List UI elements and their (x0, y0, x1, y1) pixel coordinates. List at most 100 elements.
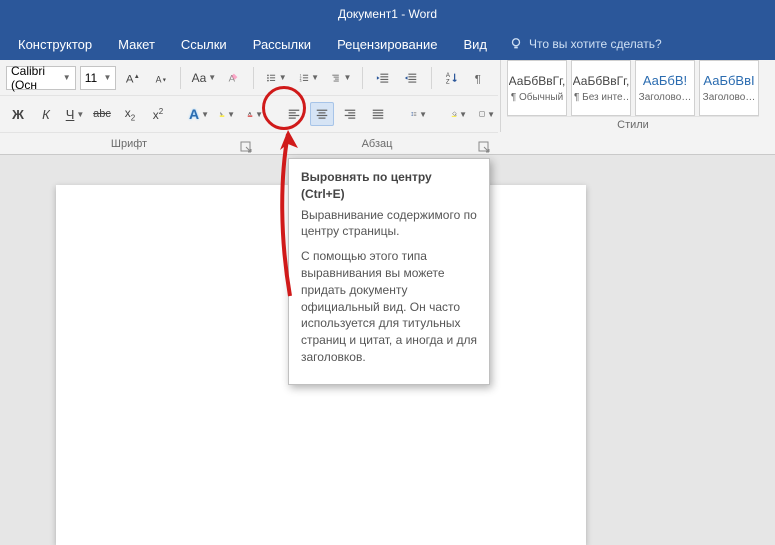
group-paragraph: Абзац (258, 138, 496, 150)
tooltip-align-center: Выровнять по центру (Ctrl+E) Выравнивани… (288, 158, 490, 385)
dialog-launcher-icon (240, 141, 254, 155)
bold-button[interactable]: Ж (6, 102, 30, 126)
tab-retsenzirovanie[interactable]: Рецензирование (325, 31, 449, 58)
line-spacing-button[interactable]: ▼ (406, 102, 430, 126)
increase-indent-button[interactable] (399, 66, 423, 90)
chevron-down-icon: ▼ (343, 73, 351, 82)
justify-button[interactable] (366, 102, 390, 126)
align-center-icon (315, 106, 329, 122)
svg-text:¶: ¶ (475, 73, 481, 85)
grow-font-button[interactable]: A▲ (120, 66, 144, 90)
clear-formatting-button[interactable]: A (221, 66, 245, 90)
multilevel-list-button[interactable]: ▼ (326, 66, 354, 90)
styles-group: АаБбВвГг,¶ Обычный АаБбВвГг,¶ Без инте… … (500, 60, 759, 132)
style-preview: АаБбВвІ (703, 73, 754, 88)
underline-label: Ч (66, 107, 75, 122)
tab-vid[interactable]: Вид (451, 31, 499, 58)
chevron-down-icon: ▼ (487, 110, 495, 119)
style-normal[interactable]: АаБбВвГг, ¶ Обычный (507, 60, 567, 116)
align-right-icon (343, 106, 357, 122)
text-effects-button[interactable]: A▼ (186, 102, 210, 126)
group-labels: Шрифт Абзац (0, 132, 498, 154)
subscript-label: x2 (125, 106, 135, 122)
numbering-button[interactable]: 123▼ (294, 66, 322, 90)
outdent-icon (376, 70, 390, 86)
align-right-button[interactable] (338, 102, 362, 126)
italic-button[interactable]: К (34, 102, 58, 126)
svg-text:3: 3 (299, 78, 301, 82)
svg-text:A: A (126, 73, 134, 85)
group-font: Шрифт (0, 138, 258, 150)
group-font-label: Шрифт (111, 138, 147, 150)
document-title: Документ1 - Word (338, 7, 437, 21)
svg-text:▲: ▲ (134, 73, 139, 80)
strike-button[interactable]: abc (90, 102, 114, 126)
separator (362, 67, 363, 89)
change-case-label: Aa (192, 71, 207, 85)
style-preview: АаБбВ! (643, 73, 687, 88)
ribbon-row-1: Calibri (Осн▼ 11▼ A▲ A▼ Aa▼ A ▼ 123▼ ▼ A… (0, 60, 498, 96)
shading-button[interactable]: ▼ (446, 102, 470, 126)
tell-me[interactable]: Что вы хотите сделать? (509, 37, 662, 51)
show-marks-button[interactable]: ¶ (468, 66, 492, 90)
separator (253, 67, 254, 89)
title-bar: Документ1 - Word (0, 0, 775, 28)
decrease-indent-button[interactable] (371, 66, 395, 90)
style-heading2[interactable]: АаБбВвІЗаголово… (699, 60, 759, 116)
align-left-button[interactable] (282, 102, 306, 126)
chevron-down-icon: ▼ (208, 73, 216, 82)
borders-icon (479, 106, 485, 122)
dialog-launcher-font[interactable] (240, 141, 254, 155)
font-color-button[interactable]: A▼ (242, 102, 266, 126)
change-case-button[interactable]: Aa▼ (189, 66, 216, 90)
align-center-button[interactable] (310, 102, 334, 126)
ribbon-row-2: Ж К Ч▼ abc x2 x2 A▼ ▼ A▼ ▼ ▼ ▼ (0, 96, 498, 132)
italic-label: К (42, 107, 50, 122)
pilcrow-icon: ¶ (473, 70, 487, 86)
superscript-button[interactable]: x2 (146, 102, 170, 126)
style-name: ¶ Обычный (510, 92, 564, 103)
style-preview: АаБбВвГг, (509, 74, 566, 88)
bullets-icon (266, 70, 276, 86)
borders-button[interactable]: ▼ (474, 102, 498, 126)
lightbulb-icon (509, 37, 523, 51)
group-styles-label: Стили (617, 119, 649, 131)
dialog-launcher-paragraph[interactable] (478, 141, 492, 155)
style-heading1[interactable]: АаБбВ!Заголово… (635, 60, 695, 116)
grow-font-icon: A▲ (125, 70, 139, 86)
tab-rassylki[interactable]: Рассылки (241, 31, 323, 58)
subscript-button[interactable]: x2 (118, 102, 142, 126)
tooltip-title: Выровнять по центру (Ctrl+E) (301, 169, 477, 203)
chevron-down-icon: ▼ (255, 110, 263, 119)
highlight-button[interactable]: ▼ (214, 102, 238, 126)
style-preview: АаБбВвГг, (573, 74, 630, 88)
tab-maket[interactable]: Макет (106, 31, 167, 58)
bullets-button[interactable]: ▼ (261, 66, 289, 90)
chevron-down-icon: ▼ (63, 73, 71, 82)
chevron-down-icon: ▼ (419, 110, 427, 119)
shrink-font-button[interactable]: A▼ (148, 66, 172, 90)
strike-label: abc (93, 108, 111, 120)
group-styles: Стили (507, 119, 759, 131)
tab-konstruktor[interactable]: Конструктор (6, 31, 104, 58)
underline-button[interactable]: Ч▼ (62, 102, 86, 126)
ribbon: Calibri (Осн▼ 11▼ A▲ A▼ Aa▼ A ▼ 123▼ ▼ A… (0, 60, 775, 155)
font-size-combo[interactable]: 11▼ (80, 66, 117, 90)
shrink-font-icon: A▼ (153, 70, 167, 86)
svg-text:A: A (156, 74, 162, 84)
multilevel-icon (331, 70, 341, 86)
text-effects-icon: A (189, 106, 199, 122)
group-paragraph-label: Абзац (362, 138, 393, 150)
indent-icon (404, 70, 418, 86)
tell-me-text: Что вы хотите сделать? (529, 37, 662, 51)
sort-button[interactable]: AZ (440, 66, 464, 90)
justify-icon (371, 106, 385, 122)
line-spacing-icon (411, 106, 417, 122)
svg-text:Z: Z (446, 78, 450, 85)
font-name-combo[interactable]: Calibri (Осн▼ (6, 66, 76, 90)
tab-ssylki[interactable]: Ссылки (169, 31, 239, 58)
font-color-icon: A (247, 106, 253, 122)
highlight-icon (219, 106, 225, 122)
chevron-down-icon: ▼ (201, 110, 209, 119)
style-no-spacing[interactable]: АаБбВвГг,¶ Без инте… (571, 60, 631, 116)
